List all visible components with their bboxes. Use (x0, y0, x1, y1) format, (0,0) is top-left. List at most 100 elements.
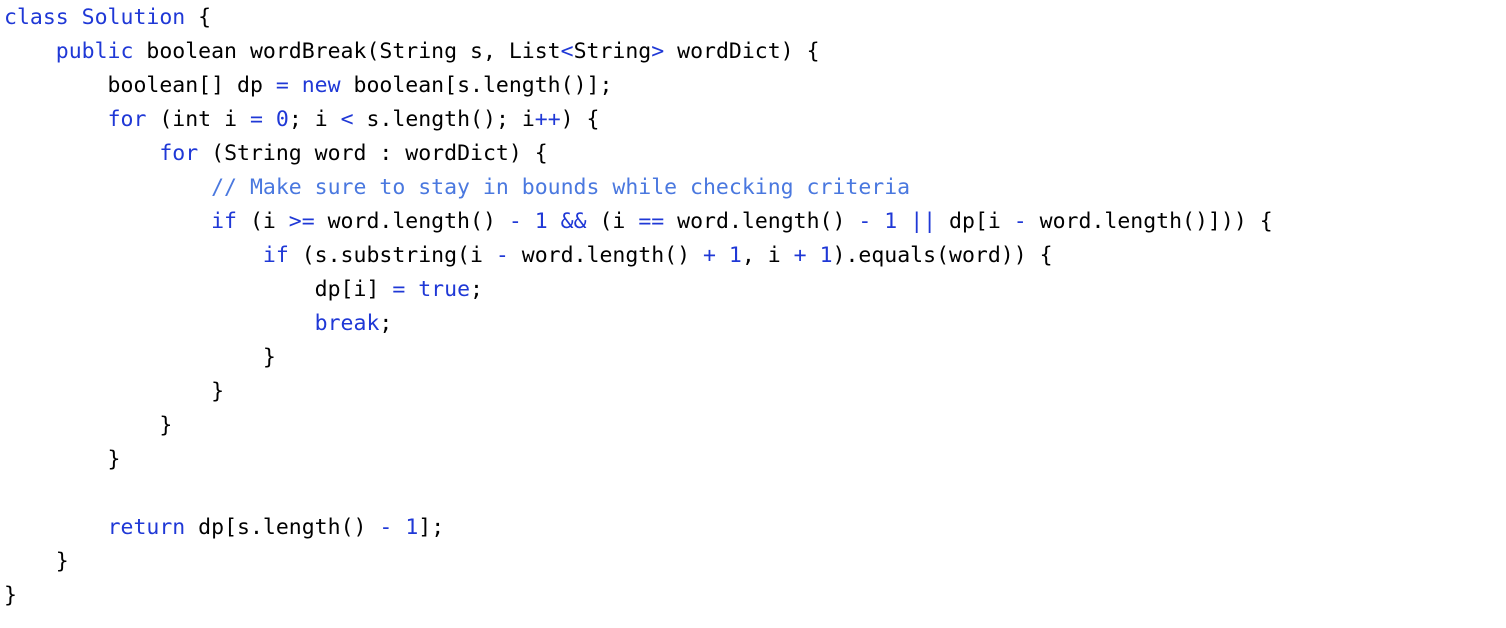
code-token: (s.substring(i (288, 243, 496, 268)
code-token: ; (379, 311, 393, 336)
code-token: { (185, 5, 212, 30)
code-token-keyword: new (301, 73, 341, 98)
code-line: break; (4, 307, 1506, 341)
code-token: (i (237, 209, 289, 234)
code-line: if (s.substring(i - word.length() + 1, i… (4, 239, 1506, 273)
code-token: ) { (560, 107, 600, 132)
code-token-operator: = (392, 277, 406, 302)
code-token: word.length() (508, 243, 704, 268)
code-token-operator: ++ (534, 107, 561, 132)
code-line: public boolean wordBreak(String s, List<… (4, 35, 1506, 69)
code-token-number: 0 (275, 107, 289, 132)
code-token-number: 1 (884, 209, 898, 234)
code-token-operator: > (651, 39, 665, 64)
code-token: ; i (288, 107, 341, 132)
code-token: dp[s.length() (185, 515, 380, 540)
code-token-operator: = (249, 107, 263, 132)
code-token: dp[i] (4, 277, 393, 302)
code-token: } (4, 583, 17, 608)
code-token: } (4, 549, 69, 574)
code-line: class Solution { (4, 1, 1506, 35)
code-comment: // Make sure to stay in bounds while che… (211, 175, 911, 200)
code-token-keyword: if (211, 209, 237, 234)
code-line: // Make sure to stay in bounds while che… (4, 171, 1506, 205)
code-token-operator: - (508, 209, 522, 234)
code-token: String (573, 39, 652, 64)
code-line: for (int i = 0; i < s.length(); i++) { (4, 103, 1506, 137)
code-line: if (i >= word.length() - 1 && (i == word… (4, 205, 1506, 239)
code-editor-view: class Solution { public boolean wordBrea… (0, 0, 1506, 628)
code-token: boolean wordBreak(String s, List (133, 39, 561, 64)
code-token-operator: - (1013, 209, 1027, 234)
code-token-operator: || (910, 209, 937, 234)
code-token-operator: >= (288, 209, 315, 234)
code-line: } (4, 579, 1506, 613)
code-token-operator: + (793, 243, 807, 268)
code-token-keyword: break (314, 311, 380, 336)
code-token: ; (470, 277, 483, 302)
code-token: (i (586, 209, 639, 234)
code-token: boolean[s.length()]; (340, 73, 613, 98)
code-token: wordDict) { (664, 39, 820, 64)
code-token-keyword: for (107, 107, 147, 132)
code-token-keyword: if (262, 243, 289, 268)
code-line: } (4, 409, 1506, 443)
code-line: boolean[] dp = new boolean[s.length()]; (4, 69, 1506, 103)
code-token: s.length(); i (353, 107, 535, 132)
code-token-keyword: class Solution (4, 5, 186, 30)
code-token: word.length() (314, 209, 509, 234)
code-token: word.length()])) { (1026, 209, 1273, 234)
code-token: word.length() (664, 209, 859, 234)
code-token: (int i (146, 107, 250, 132)
code-line: } (4, 341, 1506, 375)
code-line: dp[i] = true; (4, 273, 1506, 307)
code-token: } (4, 413, 173, 438)
code-token: ).equals(word)) { (832, 243, 1053, 268)
code-token-number: 1 (728, 243, 742, 268)
code-token: , i (741, 243, 794, 268)
code-token-number: 1 (534, 209, 548, 234)
code-line: } (4, 545, 1506, 579)
code-token-operator: = (275, 73, 289, 98)
code-token-operator: && (560, 209, 587, 234)
code-token-keyword: true (418, 277, 471, 302)
code-token-operator: == (638, 209, 665, 234)
code-token: boolean[] dp (4, 73, 276, 98)
code-token-keyword: for (159, 141, 199, 166)
code-line: } (4, 443, 1506, 477)
code-line: return dp[s.length() - 1]; (4, 511, 1506, 545)
code-token-operator: - (858, 209, 872, 234)
code-token: (String word : wordDict) { (198, 141, 548, 166)
code-token-operator: < (340, 107, 354, 132)
code-token: } (4, 345, 276, 370)
code-token-keyword: return (107, 515, 186, 540)
code-line: for (String word : wordDict) { (4, 137, 1506, 171)
code-line: } (4, 375, 1506, 409)
code-token-operator: + (703, 243, 716, 268)
code-token: dp[i (936, 209, 1014, 234)
code-token-operator: - (379, 515, 393, 540)
code-token-keyword: public (55, 39, 134, 64)
code-token: } (4, 379, 225, 404)
code-token: ]; (418, 515, 445, 540)
code-token: } (4, 447, 121, 472)
code-token-operator: - (495, 243, 509, 268)
